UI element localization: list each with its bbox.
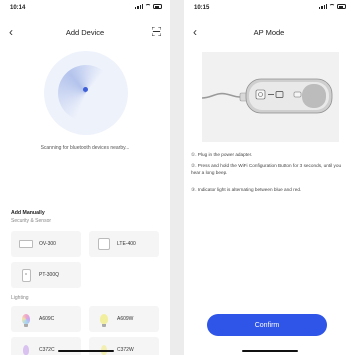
outdoor-camera-icon [18, 236, 34, 252]
battery-icon [337, 4, 346, 9]
page-title: Add Device [65, 28, 105, 37]
device-card-ov-300[interactable]: OV-300 [11, 231, 81, 257]
wifi-icon [145, 4, 151, 9]
add-manually-heading: Add Manually [11, 210, 45, 216]
category-lighting-label: Lighting [11, 295, 29, 301]
home-indicator [58, 350, 114, 352]
category-security-label: Security & Sensor [11, 218, 52, 224]
device-label: PT-300Q [39, 272, 60, 278]
signal-icon [135, 4, 143, 9]
device-card-c372c[interactable]: C372C [11, 337, 81, 355]
nav-bar: ‹ Add Device [0, 24, 170, 44]
hub-device-image [201, 78, 333, 114]
battery-icon [153, 4, 162, 9]
nav-bar: ‹ AP Mode [184, 24, 354, 44]
system-icons [319, 4, 346, 9]
hub-icon [96, 236, 112, 252]
add-device-screen: 10:14 ‹ Add Device Scanning for bluetoot… [0, 0, 170, 355]
status-bar: 10:15 [184, 0, 354, 16]
wifi-icon [329, 4, 335, 9]
device-card-a609w[interactable]: A609W [89, 306, 159, 332]
radar-sweep [58, 65, 114, 121]
candle-bulb-icon [18, 342, 34, 355]
device-illustration [201, 52, 339, 142]
device-card-pt-300q[interactable]: PT-300Q [11, 262, 81, 288]
confirm-button[interactable]: Confirm [207, 314, 327, 336]
ap-mode-screen: 10:15 ‹ AP Mode ①. Plug in the power ada… [184, 0, 354, 355]
device-label: C372C [39, 347, 55, 353]
device-card-c372w[interactable]: C372W [89, 337, 159, 355]
status-time: 10:15 [194, 5, 210, 11]
instruction-step-1: ①. Plug in the power adapter. [191, 152, 253, 157]
status-time: 10:14 [10, 5, 26, 11]
device-label: A609W [117, 316, 134, 322]
device-label: LTE-400 [117, 241, 136, 247]
device-card-a609c[interactable]: A609C [11, 306, 81, 332]
scan-status-text: Scanning for bluetooth devices nearby... [40, 145, 130, 151]
instruction-step-3: ③. Indicator light is alternating betwee… [191, 187, 302, 192]
qr-scan-icon[interactable] [152, 27, 161, 36]
home-indicator [242, 350, 298, 352]
signal-icon [319, 4, 327, 9]
device-card-lte-400[interactable]: LTE-400 [89, 231, 159, 257]
device-label: A609C [39, 316, 55, 322]
bluetooth-scan-radar [44, 51, 128, 135]
radar-center-dot [83, 87, 88, 92]
page-title: AP Mode [253, 28, 285, 37]
white-candle-bulb-icon [96, 342, 112, 355]
device-label: OV-300 [39, 241, 56, 247]
white-bulb-icon [96, 311, 112, 327]
sensor-icon [18, 267, 34, 283]
system-icons [135, 4, 162, 9]
status-bar: 10:14 [0, 0, 170, 16]
device-label: C372W [117, 347, 134, 353]
instruction-step-2: ②. Press and hold the WiFi Configuration… [191, 163, 342, 175]
color-bulb-icon [18, 311, 34, 327]
